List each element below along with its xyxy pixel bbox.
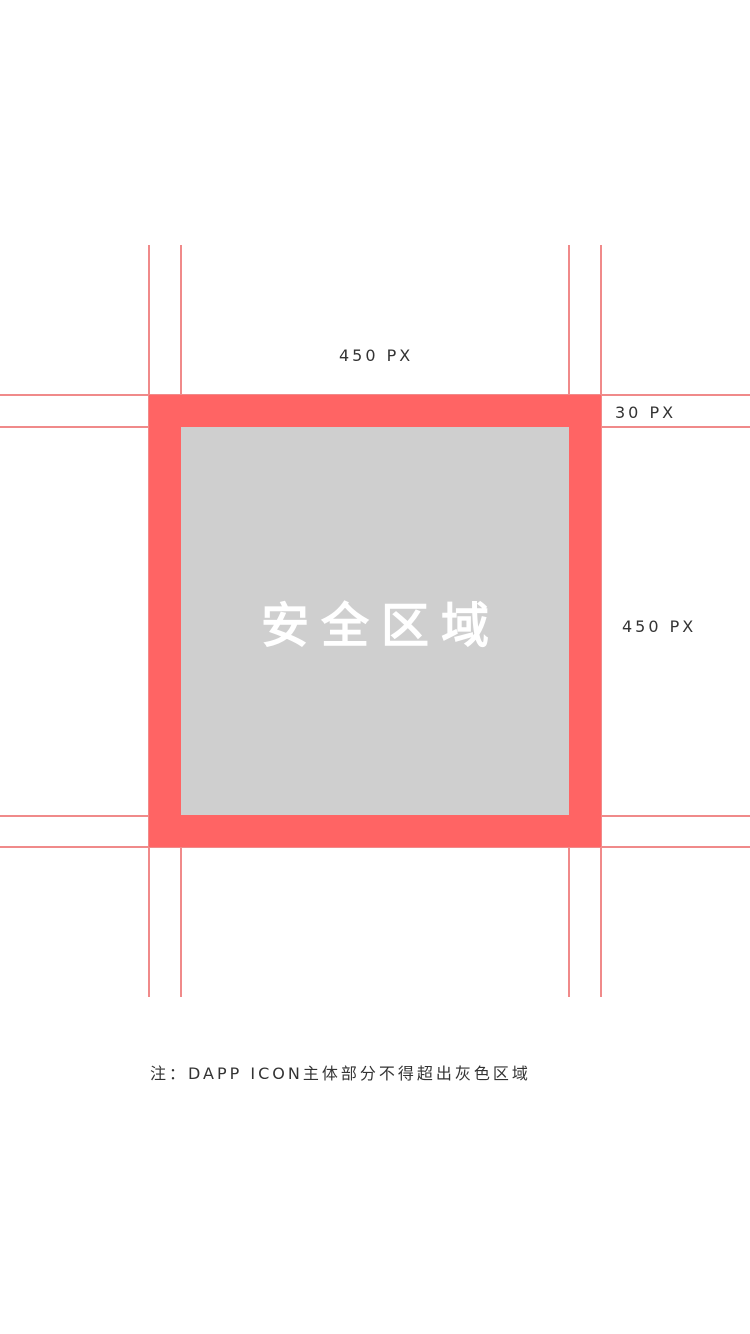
footnote: 注：DAPP ICON主体部分不得超出灰色区域 <box>150 1064 531 1083</box>
safe-area-box: 安全区域 <box>181 427 569 815</box>
width-dimension-label: 450 PX <box>339 346 414 365</box>
safe-area-label: 安全区域 <box>260 598 501 654</box>
height-dimension-label: 450 PX <box>622 617 697 636</box>
padding-dimension-label: 30 PX <box>615 403 677 422</box>
